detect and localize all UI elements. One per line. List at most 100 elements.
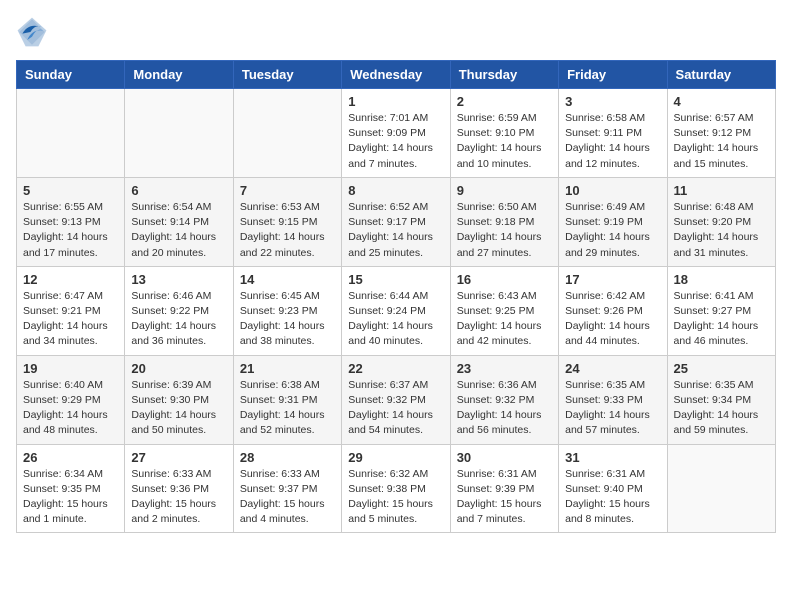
day-info: Sunrise: 6:46 AM Sunset: 9:22 PM Dayligh… [131,289,226,350]
calendar-cell: 26 Sunrise: 6:34 AM Sunset: 9:35 PM Dayli… [17,444,125,533]
day-number: 10 [565,183,660,198]
calendar-cell: 29 Sunrise: 6:32 AM Sunset: 9:38 PM Dayli… [342,444,450,533]
calendar-cell: 2 Sunrise: 6:59 AM Sunset: 9:10 PM Daylig… [450,89,558,178]
weekday-header-friday: Friday [559,61,667,89]
day-info: Sunrise: 7:01 AM Sunset: 9:09 PM Dayligh… [348,111,443,172]
calendar-cell: 23 Sunrise: 6:36 AM Sunset: 9:32 PM Dayli… [450,355,558,444]
day-number: 16 [457,272,552,287]
day-info: Sunrise: 6:59 AM Sunset: 9:10 PM Dayligh… [457,111,552,172]
calendar-cell: 25Sunrise: 6:35 AM Sunset: 9:34 PM Dayli… [667,355,775,444]
day-info: Sunrise: 6:37 AM Sunset: 9:32 PM Dayligh… [348,378,443,439]
day-number: 26 [23,450,118,465]
day-number: 3 [565,94,660,109]
day-number: 14 [240,272,335,287]
logo [16,16,52,48]
day-number: 2 [457,94,552,109]
day-info: Sunrise: 6:44 AM Sunset: 9:24 PM Dayligh… [348,289,443,350]
weekday-header-monday: Monday [125,61,233,89]
day-info: Sunrise: 6:43 AM Sunset: 9:25 PM Dayligh… [457,289,552,350]
day-info: Sunrise: 6:52 AM Sunset: 9:17 PM Dayligh… [348,200,443,261]
day-number: 4 [674,94,769,109]
day-info: Sunrise: 6:50 AM Sunset: 9:18 PM Dayligh… [457,200,552,261]
week-row-5: 26 Sunrise: 6:34 AM Sunset: 9:35 PM Dayli… [17,444,776,533]
calendar-cell: 11Sunrise: 6:48 AM Sunset: 9:20 PM Dayli… [667,177,775,266]
day-info: Sunrise: 6:57 AM Sunset: 9:12 PM Dayligh… [674,111,769,172]
week-row-2: 5Sunrise: 6:55 AM Sunset: 9:13 PM Daylig… [17,177,776,266]
calendar-cell: 10 Sunrise: 6:49 AM Sunset: 9:19 PM Dayli… [559,177,667,266]
day-info: Sunrise: 6:49 AM Sunset: 9:19 PM Dayligh… [565,200,660,261]
calendar-cell: 16 Sunrise: 6:43 AM Sunset: 9:25 PM Dayli… [450,266,558,355]
calendar-cell: 6 Sunrise: 6:54 AM Sunset: 9:14 PM Daylig… [125,177,233,266]
week-row-3: 12Sunrise: 6:47 AM Sunset: 9:21 PM Dayli… [17,266,776,355]
day-number: 15 [348,272,443,287]
day-number: 5 [23,183,118,198]
calendar-cell: 7Sunrise: 6:53 AM Sunset: 9:15 PM Daylig… [233,177,341,266]
day-number: 18 [674,272,769,287]
day-number: 8 [348,183,443,198]
day-number: 23 [457,361,552,376]
day-number: 30 [457,450,552,465]
day-number: 24 [565,361,660,376]
day-info: Sunrise: 6:39 AM Sunset: 9:30 PM Dayligh… [131,378,226,439]
day-number: 20 [131,361,226,376]
day-info: Sunrise: 6:31 AM Sunset: 9:39 PM Dayligh… [457,467,552,528]
day-number: 13 [131,272,226,287]
day-info: Sunrise: 6:35 AM Sunset: 9:34 PM Dayligh… [674,378,769,439]
day-info: Sunrise: 6:41 AM Sunset: 9:27 PM Dayligh… [674,289,769,350]
day-number: 1 [348,94,443,109]
calendar-cell: 28 Sunrise: 6:33 AM Sunset: 9:37 PM Dayli… [233,444,341,533]
day-info: Sunrise: 6:32 AM Sunset: 9:38 PM Dayligh… [348,467,443,528]
day-info: Sunrise: 6:53 AM Sunset: 9:15 PM Dayligh… [240,200,335,261]
week-row-1: 1 Sunrise: 7:01 AM Sunset: 9:09 PM Daylig… [17,89,776,178]
day-number: 28 [240,450,335,465]
day-number: 19 [23,361,118,376]
calendar-cell: 15 Sunrise: 6:44 AM Sunset: 9:24 PM Dayli… [342,266,450,355]
calendar-cell: 12Sunrise: 6:47 AM Sunset: 9:21 PM Dayli… [17,266,125,355]
day-info: Sunrise: 6:36 AM Sunset: 9:32 PM Dayligh… [457,378,552,439]
day-number: 17 [565,272,660,287]
calendar-cell: 1 Sunrise: 7:01 AM Sunset: 9:09 PM Daylig… [342,89,450,178]
weekday-header-row: SundayMondayTuesdayWednesdayThursdayFrid… [17,61,776,89]
calendar-cell [125,89,233,178]
calendar-cell: 31Sunrise: 6:31 AM Sunset: 9:40 PM Dayli… [559,444,667,533]
day-number: 6 [131,183,226,198]
calendar-cell [233,89,341,178]
day-info: Sunrise: 6:34 AM Sunset: 9:35 PM Dayligh… [23,467,118,528]
calendar-cell: 8 Sunrise: 6:52 AM Sunset: 9:17 PM Daylig… [342,177,450,266]
day-number: 31 [565,450,660,465]
calendar-cell: 19 Sunrise: 6:40 AM Sunset: 9:29 PM Dayli… [17,355,125,444]
day-info: Sunrise: 6:54 AM Sunset: 9:14 PM Dayligh… [131,200,226,261]
week-row-4: 19 Sunrise: 6:40 AM Sunset: 9:29 PM Dayli… [17,355,776,444]
calendar-cell: 9 Sunrise: 6:50 AM Sunset: 9:18 PM Daylig… [450,177,558,266]
day-number: 11 [674,183,769,198]
calendar-cell: 4 Sunrise: 6:57 AM Sunset: 9:12 PM Daylig… [667,89,775,178]
calendar-cell [667,444,775,533]
calendar-cell: 14 Sunrise: 6:45 AM Sunset: 9:23 PM Dayli… [233,266,341,355]
weekday-header-thursday: Thursday [450,61,558,89]
day-number: 29 [348,450,443,465]
calendar-cell: 22 Sunrise: 6:37 AM Sunset: 9:32 PM Dayli… [342,355,450,444]
day-info: Sunrise: 6:47 AM Sunset: 9:21 PM Dayligh… [23,289,118,350]
day-info: Sunrise: 6:35 AM Sunset: 9:33 PM Dayligh… [565,378,660,439]
weekday-header-saturday: Saturday [667,61,775,89]
weekday-header-sunday: Sunday [17,61,125,89]
calendar-cell: 3 Sunrise: 6:58 AM Sunset: 9:11 PM Daylig… [559,89,667,178]
calendar-cell: 13 Sunrise: 6:46 AM Sunset: 9:22 PM Dayli… [125,266,233,355]
page-header [16,16,776,48]
day-info: Sunrise: 6:33 AM Sunset: 9:37 PM Dayligh… [240,467,335,528]
day-number: 27 [131,450,226,465]
day-info: Sunrise: 6:45 AM Sunset: 9:23 PM Dayligh… [240,289,335,350]
calendar-cell: 27 Sunrise: 6:33 AM Sunset: 9:36 PM Dayli… [125,444,233,533]
calendar-cell: 24 Sunrise: 6:35 AM Sunset: 9:33 PM Dayli… [559,355,667,444]
calendar-table: SundayMondayTuesdayWednesdayThursdayFrid… [16,60,776,533]
weekday-header-wednesday: Wednesday [342,61,450,89]
day-info: Sunrise: 6:33 AM Sunset: 9:36 PM Dayligh… [131,467,226,528]
weekday-header-tuesday: Tuesday [233,61,341,89]
day-number: 22 [348,361,443,376]
day-number: 9 [457,183,552,198]
calendar-cell: 21Sunrise: 6:38 AM Sunset: 9:31 PM Dayli… [233,355,341,444]
day-info: Sunrise: 6:40 AM Sunset: 9:29 PM Dayligh… [23,378,118,439]
calendar-cell: 30 Sunrise: 6:31 AM Sunset: 9:39 PM Dayli… [450,444,558,533]
day-info: Sunrise: 6:58 AM Sunset: 9:11 PM Dayligh… [565,111,660,172]
logo-icon [16,16,48,48]
